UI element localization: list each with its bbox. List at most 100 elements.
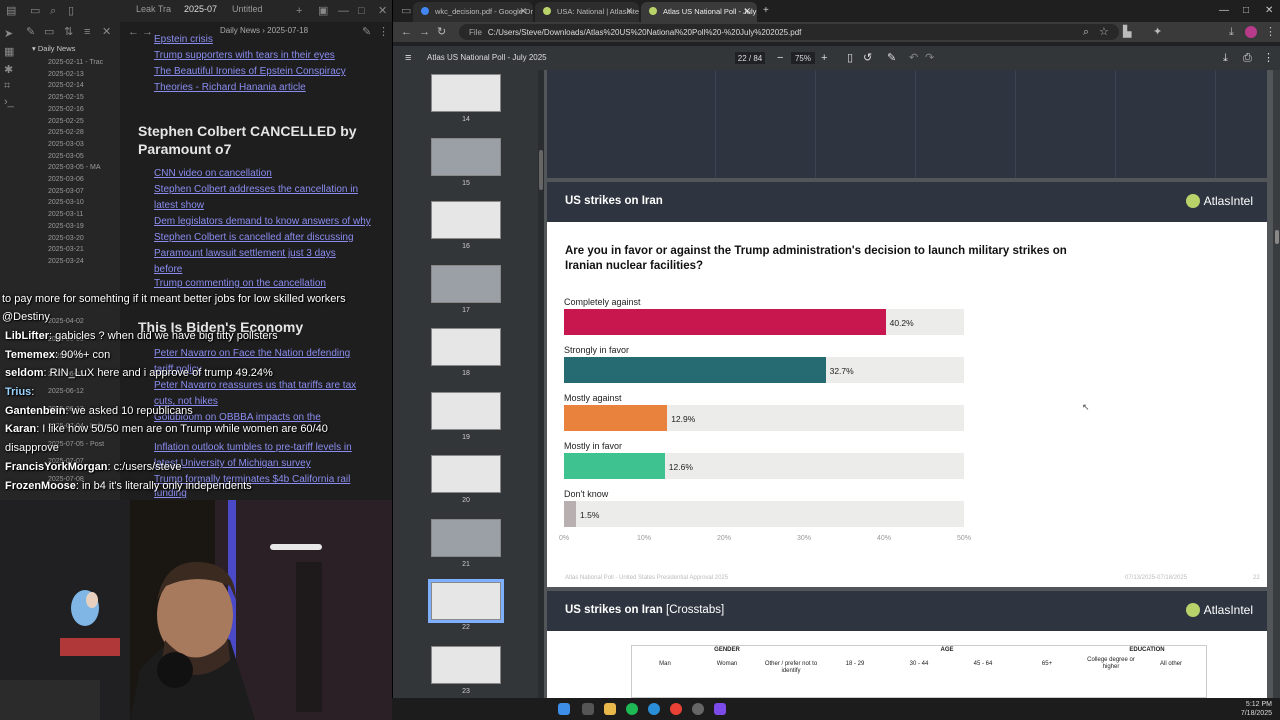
zoom-input[interactable]: 75%	[791, 52, 815, 64]
undo-icon[interactable]: ↶	[909, 52, 918, 64]
download-icon[interactable]: ⤓	[1229, 26, 1234, 38]
reload-icon[interactable]: ↻	[437, 26, 446, 38]
minimize-icon[interactable]: —	[338, 5, 349, 17]
file-item[interactable]: 2025-03-19	[48, 223, 84, 230]
pdf-scrollbar[interactable]	[1273, 70, 1280, 698]
file-item[interactable]: 2025-03-05	[48, 153, 84, 160]
folder-icon[interactable]: ▭	[30, 5, 40, 17]
file-item[interactable]: 2025-03-24	[48, 258, 84, 265]
extension-icon[interactable]: ▙	[1123, 26, 1131, 38]
file-item[interactable]: 2025-03-11	[48, 211, 83, 218]
page-thumbnail[interactable]	[431, 455, 501, 493]
page-number-input[interactable]: 22 / 84	[735, 52, 765, 64]
start-icon[interactable]	[558, 703, 570, 715]
file-item[interactable]: 2025-02-28	[48, 129, 84, 136]
note-link[interactable]: Epstein crisis	[154, 32, 213, 48]
more-icon[interactable]: ⋮	[378, 26, 389, 38]
thumbnail-scroll-thumb[interactable]	[539, 150, 543, 190]
zoom-out-icon[interactable]: −	[777, 52, 783, 64]
sidebar-toggle-icon[interactable]: ▤	[6, 5, 16, 17]
file-item[interactable]: 2025-03-05 - MA	[48, 164, 101, 171]
folder-daily-news[interactable]: ▾ Daily News	[32, 44, 75, 53]
file-item[interactable]: 2025-03-21	[48, 246, 84, 253]
edit-icon[interactable]: ✎	[362, 26, 371, 38]
back-icon[interactable]: ←	[128, 26, 139, 38]
file-item[interactable]: 2025-03-07	[48, 188, 84, 195]
system-clock[interactable]: 5:12 PM 7/18/2025	[1241, 700, 1272, 718]
new-note-icon[interactable]: ✎	[26, 26, 35, 38]
tab-close-icon[interactable]: ✕	[519, 6, 527, 17]
forward-icon[interactable]: →	[142, 26, 153, 38]
minimize-icon[interactable]: —	[1219, 5, 1229, 16]
collapse-icon[interactable]: ≡	[84, 26, 90, 38]
page-thumbnail[interactable]	[431, 645, 501, 684]
file-item[interactable]: 2025-02-14	[48, 82, 84, 89]
browser-tab-drive[interactable]: wkc_decision.pdf - Google Driv ✕	[413, 2, 533, 22]
note-link[interactable]: latest show	[154, 198, 204, 214]
page-thumbnail[interactable]	[431, 137, 501, 176]
pdf-scroll-thumb[interactable]	[1275, 230, 1279, 244]
obs-icon[interactable]	[692, 703, 704, 715]
hamburger-icon[interactable]: ≡	[405, 52, 411, 64]
zoom-in-icon[interactable]: +	[821, 52, 827, 64]
chrome-icon[interactable]	[670, 703, 682, 715]
page-thumbnail[interactable]	[431, 264, 501, 303]
note-link[interactable]: The Beautiful Ironies of Epstein Conspir…	[154, 64, 346, 80]
note-link[interactable]: Stephen Colbert addresses the cancellati…	[154, 182, 358, 198]
file-explorer-icon[interactable]	[604, 703, 616, 715]
file-item[interactable]: 2025-02-15	[48, 94, 84, 101]
bookmark-star-icon[interactable]: ☆	[1099, 26, 1109, 38]
obsidian-tab-1[interactable]: Leak Tra	[136, 4, 171, 14]
file-item[interactable]: 2025-03-06	[48, 176, 84, 183]
more-icon[interactable]: ⋮	[1263, 52, 1274, 64]
file-item[interactable]: 2025-02-13	[48, 71, 84, 78]
forward-icon[interactable]: →	[419, 26, 430, 38]
page-thumbnail[interactable]	[431, 518, 501, 557]
annotate-icon[interactable]: ✎	[887, 52, 896, 64]
maximize-icon[interactable]: □	[1243, 5, 1249, 16]
edge-icon[interactable]	[648, 703, 660, 715]
close-icon[interactable]: ✕	[1265, 5, 1273, 16]
note-link[interactable]: Dem legislators demand to know answers o…	[154, 214, 371, 230]
add-tab-icon[interactable]: +	[296, 5, 302, 17]
page-thumbnail[interactable]	[428, 579, 504, 623]
menu-icon[interactable]: ⋮	[1265, 26, 1276, 38]
new-tab-icon[interactable]: +	[763, 5, 769, 16]
download-icon[interactable]: ⤓	[1223, 52, 1228, 64]
address-bar[interactable]: File C:/Users/Steve/Downloads/Atlas%20US%…	[459, 24, 1119, 40]
note-link[interactable]: Theories - Richard Hanania article	[154, 80, 306, 96]
send-icon[interactable]: ➤	[4, 28, 13, 40]
search-icon[interactable]: ⌕	[50, 5, 56, 17]
file-item[interactable]: 2025-02-11 - Trac	[48, 59, 103, 66]
terminal-icon[interactable]: ›_	[4, 96, 14, 108]
bookmark-icon[interactable]: ▯	[68, 5, 74, 17]
browser-tab-pdf[interactable]: Atlas US National Poll - July 20 ✕	[641, 2, 757, 22]
file-item[interactable]: 2025-02-25	[48, 118, 84, 125]
file-item[interactable]: 2025-03-10	[48, 199, 84, 206]
calendar-icon[interactable]: ▦	[4, 46, 14, 58]
page-thumbnail[interactable]	[431, 74, 501, 112]
profile-avatar[interactable]	[1245, 26, 1257, 38]
canvas-icon[interactable]: ⌗	[4, 80, 10, 92]
print-icon[interactable]: ⎙	[1243, 52, 1252, 64]
fit-page-icon[interactable]: ▯	[847, 52, 853, 64]
note-link[interactable]: Paramount lawsuit settlement just 3 days	[154, 246, 336, 262]
new-folder-icon[interactable]: ▭	[44, 26, 54, 38]
obsidian-icon[interactable]	[714, 703, 726, 715]
maximize-icon[interactable]: □	[358, 5, 365, 17]
spotify-icon[interactable]	[626, 703, 638, 715]
page-thumbnail[interactable]	[431, 391, 501, 430]
page-thumbnail[interactable]	[431, 201, 501, 239]
tab-close-icon[interactable]: ✕	[743, 6, 751, 17]
graph-icon[interactable]: ✱	[4, 64, 13, 76]
page-thumbnail[interactable]	[431, 328, 501, 366]
note-link[interactable]: Trump supporters with tears in their eye…	[154, 48, 335, 64]
browser-tab-atlas[interactable]: USA: National | AtlasIntel ✕	[535, 2, 639, 22]
file-item[interactable]: 2025-03-20	[48, 235, 84, 242]
close-panel-icon[interactable]: ✕	[102, 26, 111, 38]
file-item[interactable]: 2025-03-03	[48, 141, 84, 148]
back-icon[interactable]: ←	[401, 26, 412, 38]
tab-search-icon[interactable]: ▭	[401, 5, 411, 17]
note-link[interactable]: CNN video on cancellation	[154, 166, 272, 182]
layout-icon[interactable]: ▣	[318, 5, 328, 17]
